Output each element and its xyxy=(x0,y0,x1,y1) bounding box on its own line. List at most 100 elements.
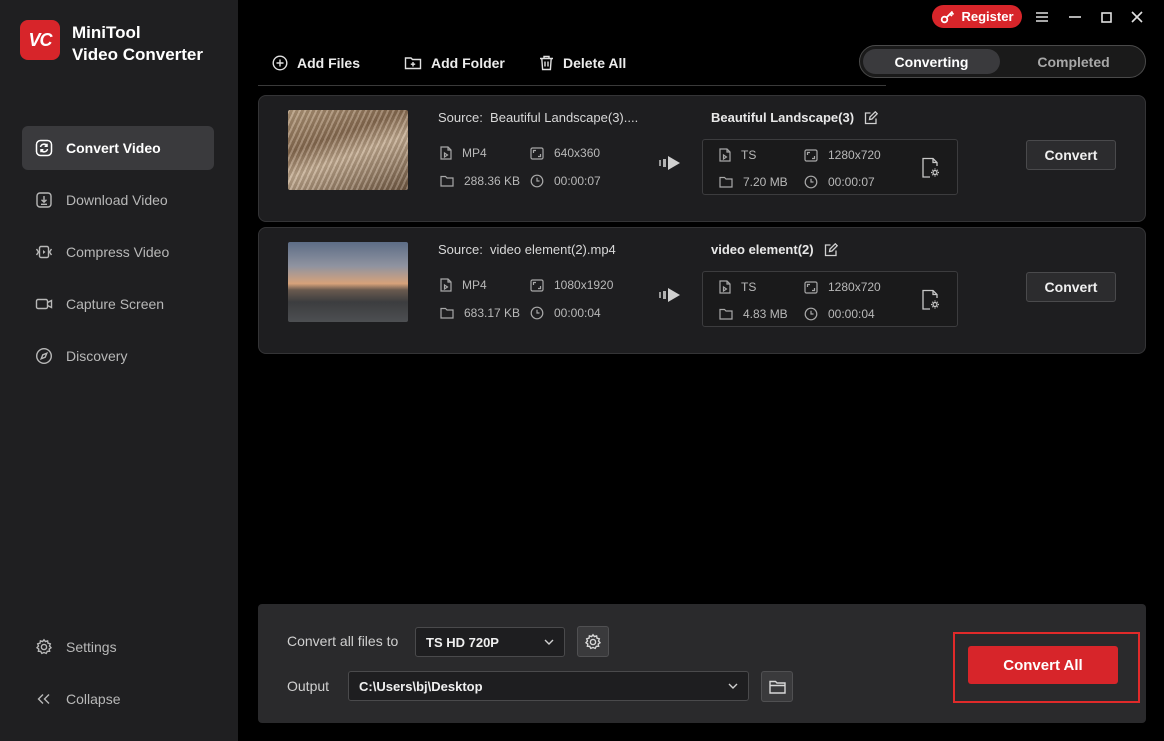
sidebar-item-compress-video[interactable]: Compress Video xyxy=(22,230,214,274)
clock-icon xyxy=(804,307,818,321)
file-card: Source: Beautiful Landscape(3).... MP4 6… xyxy=(258,95,1146,222)
sidebar-item-discovery[interactable]: Discovery xyxy=(22,334,214,378)
tab-converting[interactable]: Converting xyxy=(863,49,1000,74)
chevron-down-icon xyxy=(544,639,554,645)
delete-all-button[interactable]: Delete All xyxy=(539,50,626,76)
close-icon xyxy=(1131,11,1143,23)
sidebar-item-label: Convert Video xyxy=(66,140,161,156)
source-filename: video element(2).mp4 xyxy=(490,242,616,257)
resolution-icon xyxy=(530,278,544,292)
file-settings-icon[interactable] xyxy=(921,289,941,311)
target-format: TS xyxy=(719,280,756,294)
folder-icon xyxy=(440,175,454,187)
source-resolution: 640x360 xyxy=(530,146,600,160)
sidebar-item-capture-screen[interactable]: Capture Screen xyxy=(22,282,214,326)
double-chevron-left-icon xyxy=(34,689,54,709)
target-settings-box[interactable]: TS 1280x720 7.20 MB 00:00:07 xyxy=(702,139,958,195)
menu-button[interactable] xyxy=(1031,6,1053,28)
add-files-button[interactable]: Add Files xyxy=(272,50,360,76)
source-filename: Beautiful Landscape(3).... xyxy=(490,110,639,125)
target-filename: video element(2) xyxy=(711,242,814,257)
sidebar-item-label: Compress Video xyxy=(66,244,170,260)
target-name: Beautiful Landscape(3) xyxy=(711,110,879,125)
add-circle-icon xyxy=(272,55,288,71)
folder-icon xyxy=(768,680,786,694)
convert-arrow-icon xyxy=(659,286,681,304)
source-format: MP4 xyxy=(440,278,487,292)
convert-arrow-icon xyxy=(659,154,681,172)
source-duration: 00:00:07 xyxy=(530,174,601,188)
edit-icon[interactable] xyxy=(824,242,838,257)
gear-icon xyxy=(34,637,54,657)
compress-icon xyxy=(34,242,54,262)
maximize-icon xyxy=(1100,11,1112,23)
source-line: Source: video element(2).mp4 xyxy=(438,242,616,257)
format-settings-button[interactable] xyxy=(577,626,609,657)
sidebar-item-label: Discovery xyxy=(66,348,128,364)
source-duration: 00:00:04 xyxy=(530,306,601,320)
target-name: video element(2) xyxy=(711,242,838,257)
source-resolution: 1080x1920 xyxy=(530,278,613,292)
source-size: 288.36 KB xyxy=(440,174,520,188)
toolbar-divider xyxy=(258,85,886,86)
sidebar-item-settings[interactable]: Settings xyxy=(22,625,214,669)
convert-all-to-label: Convert all files to xyxy=(287,633,399,649)
output-format-value: TS HD 720P xyxy=(426,634,499,650)
app-logo-text: VC xyxy=(28,29,52,50)
key-icon xyxy=(940,9,955,24)
gear-icon xyxy=(584,633,602,651)
add-files-label: Add Files xyxy=(297,55,361,71)
convert-button[interactable]: Convert xyxy=(1026,140,1116,170)
chevron-down-icon xyxy=(728,683,738,689)
folder-icon xyxy=(719,176,733,188)
minimize-button[interactable] xyxy=(1064,6,1086,28)
target-size: 4.83 MB xyxy=(719,307,788,321)
output-path-select[interactable]: C:\Users\bj\Desktop xyxy=(348,671,749,701)
compass-icon xyxy=(34,346,54,366)
convert-icon xyxy=(34,138,54,158)
status-tabs: Converting Completed xyxy=(859,45,1146,78)
clock-icon xyxy=(530,174,544,188)
sidebar-item-label: Collapse xyxy=(66,691,121,707)
file-format-icon xyxy=(440,278,452,292)
add-folder-icon xyxy=(404,55,422,71)
convert-button[interactable]: Convert xyxy=(1026,272,1116,302)
clock-icon xyxy=(530,306,544,320)
file-format-icon xyxy=(719,280,731,294)
target-resolution: 1280x720 xyxy=(804,280,881,294)
edit-icon[interactable] xyxy=(864,110,879,125)
minimize-icon xyxy=(1069,16,1081,18)
tab-completed[interactable]: Completed xyxy=(1005,49,1142,74)
file-format-icon xyxy=(719,148,731,162)
output-label: Output xyxy=(287,678,330,694)
sidebar-item-collapse[interactable]: Collapse xyxy=(22,677,214,721)
resolution-icon xyxy=(804,280,818,294)
app-title-line2: Video Converter xyxy=(72,45,204,64)
video-thumbnail[interactable] xyxy=(288,110,408,190)
resolution-icon xyxy=(530,146,544,160)
sidebar-item-convert-video[interactable]: Convert Video xyxy=(22,126,214,170)
source-size: 683.17 KB xyxy=(440,306,520,320)
sidebar-item-download-video[interactable]: Download Video xyxy=(22,178,214,222)
output-format-select[interactable]: TS HD 720P xyxy=(415,627,565,657)
source-line: Source: Beautiful Landscape(3).... xyxy=(438,110,638,125)
close-button[interactable] xyxy=(1126,6,1148,28)
sidebar-item-label: Capture Screen xyxy=(66,296,165,312)
target-duration: 00:00:07 xyxy=(804,175,875,189)
register-button[interactable]: Register xyxy=(932,5,1022,28)
add-folder-button[interactable]: Add Folder xyxy=(404,50,505,76)
convert-all-button[interactable]: Convert All xyxy=(968,646,1118,684)
add-folder-label: Add Folder xyxy=(431,55,505,71)
file-settings-icon[interactable] xyxy=(921,157,941,179)
target-filename: Beautiful Landscape(3) xyxy=(711,110,855,125)
delete-all-label: Delete All xyxy=(563,55,627,71)
output-path-value: C:\Users\bj\Desktop xyxy=(359,678,483,694)
browse-folder-button[interactable] xyxy=(761,671,793,702)
source-prefix: Source: xyxy=(438,110,483,125)
video-thumbnail[interactable] xyxy=(288,242,408,322)
maximize-button[interactable] xyxy=(1095,6,1117,28)
file-card: Source: video element(2).mp4 MP4 1080x19… xyxy=(258,227,1146,354)
clock-icon xyxy=(804,175,818,189)
resolution-icon xyxy=(804,148,818,162)
target-settings-box[interactable]: TS 1280x720 4.83 MB 00:00:04 xyxy=(702,271,958,327)
